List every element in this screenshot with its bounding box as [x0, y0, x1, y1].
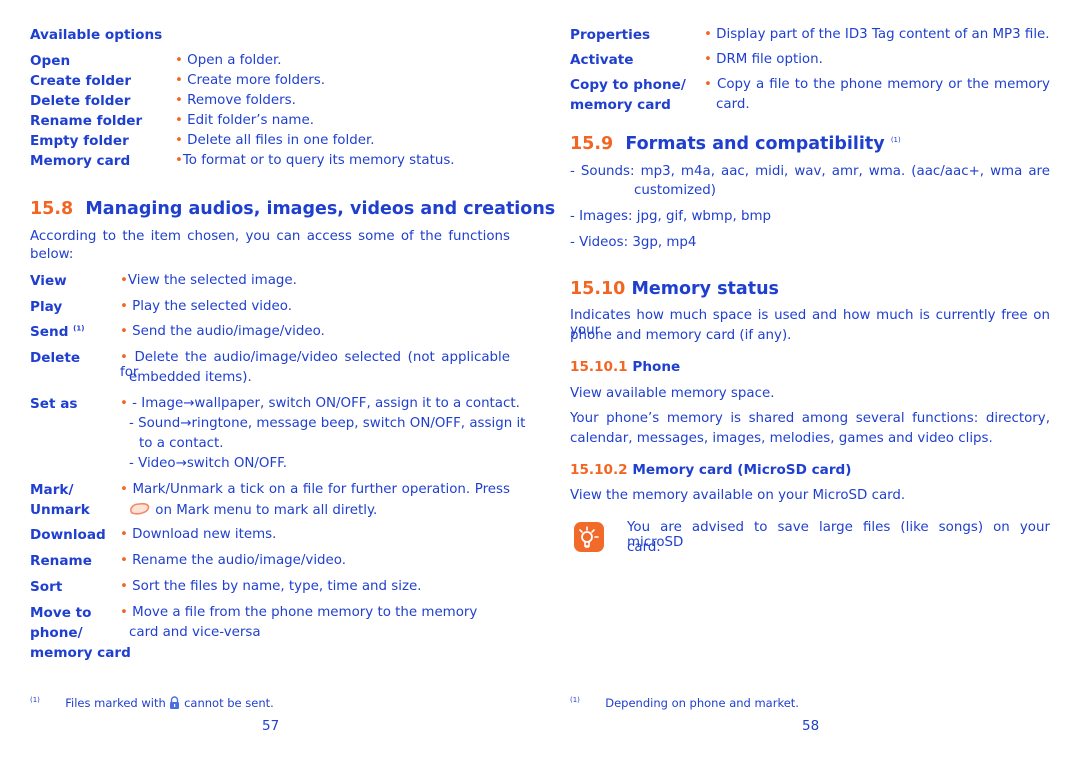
function-desc-play: • Play the selected video. — [120, 299, 292, 314]
card-text: View the memory available on your MicroS… — [570, 488, 906, 503]
page-58: Properties • Display part of the ID3 Tag… — [570, 0, 1050, 767]
function-desc-activate: • DRM file option. — [704, 52, 823, 67]
function-desc-copy: • Copy a file to the phone memory or the… — [704, 77, 1050, 92]
footnote-ref: (1) — [73, 324, 85, 333]
function-desc-set-as-4: - Video→switch ON/OFF. — [129, 456, 287, 471]
option-desc: • Delete all files in one folder. — [175, 133, 375, 148]
page-number: 58 — [802, 718, 820, 734]
function-desc-sort: • Sort the files by name, type, time and… — [120, 579, 422, 594]
function-desc-copy-2: card. — [716, 97, 750, 112]
footnote: (1) Files marked with cannot be sent. — [30, 696, 274, 710]
function-desc-send: • Send the audio/image/video. — [120, 324, 325, 339]
formats-sounds-2: customized) — [634, 183, 717, 198]
lock-icon — [170, 696, 180, 709]
phone-text-3: calendar, messages, images, melodies, ga… — [570, 431, 993, 446]
lightbulb-tip-icon — [574, 522, 604, 552]
formats-sounds: - Sounds: mp3, m4a, aac, midi, wav, amr,… — [570, 164, 1050, 179]
softkey-icon — [130, 502, 150, 515]
section-heading-15-9: 15.9 Formats and compatibility (1) — [570, 134, 901, 154]
function-desc-set-as-1: • - Image→wallpaper, switch ON/OFF, assi… — [120, 396, 520, 411]
function-desc-download: • Download new items. — [120, 527, 277, 542]
function-term-unmark: Unmark — [30, 502, 90, 518]
function-term-copy-1: Copy to phone/ — [570, 77, 686, 93]
function-term-sort: Sort — [30, 579, 63, 595]
function-term-view: View — [30, 273, 67, 289]
function-desc-mark-2: on Mark menu to mark all diretly. — [129, 502, 377, 518]
function-term-properties: Properties — [570, 27, 651, 43]
subsection-heading-memory-card: 15.10.2 Memory card (MicroSD card) — [570, 462, 852, 478]
memory-intro-2: phone and memory card (if any). — [570, 328, 792, 343]
option-term: Open — [30, 53, 71, 69]
function-desc-set-as-2: - Sound→ringtone, message beep, switch O… — [129, 416, 526, 431]
intro-text: According to the item chosen, you can ac… — [30, 229, 510, 244]
page-number: 57 — [262, 718, 280, 734]
option-term: Memory card — [30, 153, 131, 169]
formats-videos: - Videos: 3gp, mp4 — [570, 235, 697, 250]
subsection-heading-phone: 15.10.1 Phone — [570, 359, 681, 375]
function-term-move-1: Move to — [30, 605, 92, 621]
function-term-rename: Rename — [30, 553, 92, 569]
option-term: Create folder — [30, 73, 132, 89]
section-heading-15-8: 15.8 Managing audios, images, videos and… — [30, 199, 556, 219]
function-term-move-2: phone/ — [30, 625, 83, 641]
options-heading: Available options — [30, 27, 163, 43]
tip-text-2: card. — [627, 540, 661, 555]
function-term-play: Play — [30, 299, 63, 315]
section-heading-15-10: 15.10 Memory status — [570, 279, 779, 299]
function-term-set-as: Set as — [30, 396, 78, 412]
option-desc: • Remove folders. — [175, 93, 296, 108]
function-term-activate: Activate — [570, 52, 634, 68]
function-desc-properties: • Display part of the ID3 Tag content of… — [704, 27, 1050, 42]
function-term-send: Send (1) — [30, 324, 85, 340]
function-desc-view: •View the selected image. — [120, 273, 297, 288]
option-desc: • Create more folders. — [175, 73, 325, 88]
option-term: Delete folder — [30, 93, 131, 109]
function-desc-delete-2: embedded items). — [129, 370, 252, 385]
function-desc-move-2: card and vice-versa — [129, 625, 261, 640]
formats-images: - Images: jpg, gif, wbmp, bmp — [570, 209, 772, 224]
function-desc-mark: • Mark/Unmark a tick on a file for furth… — [120, 482, 510, 497]
phone-text-2: Your phone’s memory is shared among seve… — [570, 411, 1050, 426]
option-desc: •To format or to query its memory status… — [175, 153, 455, 168]
tip-text: You are advised to save large files (lik… — [627, 520, 1050, 550]
function-term-download: Download — [30, 527, 106, 543]
function-desc-set-as-3: to a contact. — [139, 436, 224, 451]
option-term: Empty folder — [30, 133, 129, 149]
option-desc: • Edit folder’s name. — [175, 113, 314, 128]
function-term-delete: Delete — [30, 350, 81, 366]
phone-text: View available memory space. — [570, 386, 775, 401]
function-desc-rename: • Rename the audio/image/video. — [120, 553, 347, 568]
page-57: Available options Open • Open a folder. … — [30, 0, 555, 767]
option-term: Rename folder — [30, 113, 143, 129]
function-term-mark: Mark/ — [30, 482, 74, 498]
option-desc: • Open a folder. — [175, 53, 282, 68]
footnote: (1) Depending on phone and market. — [570, 696, 799, 710]
intro-text-2: below: — [30, 247, 74, 262]
function-desc-move: • Move a file from the phone memory to t… — [120, 605, 478, 620]
function-term-move-3: memory card — [30, 645, 131, 661]
function-term-copy-2: memory card — [570, 97, 671, 113]
